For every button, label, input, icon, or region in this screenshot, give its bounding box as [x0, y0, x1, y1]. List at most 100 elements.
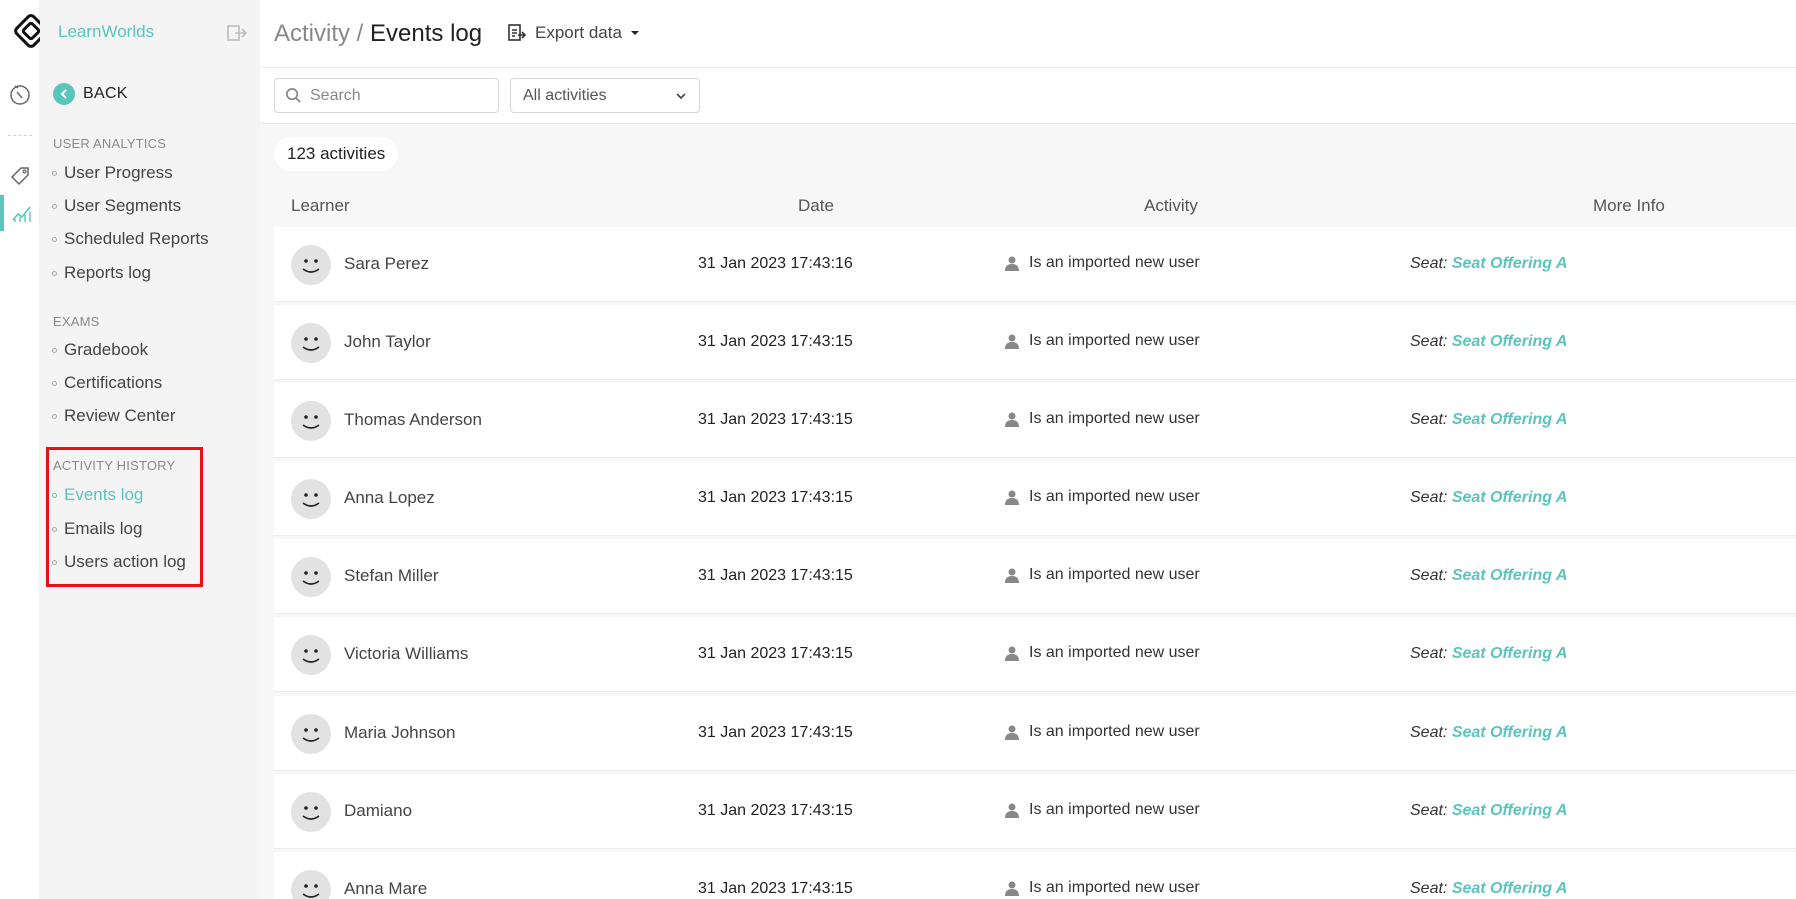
- search-box: [274, 78, 499, 113]
- avatar[interactable]: [291, 870, 331, 899]
- learner-name[interactable]: Anna Mare: [344, 879, 427, 899]
- activity-text: Is an imported new user: [1029, 644, 1200, 661]
- activity-filter-select[interactable]: All activities: [510, 78, 700, 113]
- seat-offering-link[interactable]: Seat Offering A: [1452, 255, 1568, 272]
- chevron-left-icon: [53, 83, 75, 105]
- column-header-date[interactable]: Date: [798, 196, 834, 216]
- learner-name[interactable]: John Taylor: [344, 332, 431, 352]
- learner-name[interactable]: Anna Lopez: [344, 488, 435, 508]
- sidebar-item-label: Events log: [64, 485, 144, 504]
- activity-text: Is an imported new user: [1029, 879, 1200, 896]
- section-title-exams: EXAMS: [53, 314, 100, 329]
- exit-icon[interactable]: [226, 22, 248, 44]
- sidebar-item-user-progress[interactable]: User Progress: [52, 163, 173, 183]
- sidebar-item-reports-log[interactable]: Reports log: [52, 263, 151, 283]
- sidebar-item-events-log[interactable]: Events log: [52, 485, 143, 505]
- activity-cell: Is an imported new user: [1004, 879, 1200, 897]
- learner-name[interactable]: Thomas Anderson: [344, 410, 482, 430]
- table-row[interactable]: Sara Perez 31 Jan 2023 17:43:16 Is an impo…: [274, 227, 1796, 302]
- analytics-chart-icon[interactable]: [0, 195, 40, 231]
- section-title-user-analytics: USER ANALYTICS: [53, 136, 167, 151]
- table-row[interactable]: Anna Mare 31 Jan 2023 17:43:15 Is an impor…: [274, 852, 1796, 899]
- column-header-activity[interactable]: Activity: [1144, 196, 1198, 216]
- event-date: 31 Jan 2023 17:43:15: [698, 724, 853, 741]
- seat-offering-link[interactable]: Seat Offering A: [1452, 880, 1568, 897]
- table-row[interactable]: Anna Lopez 31 Jan 2023 17:43:15 Is an impo…: [274, 461, 1796, 536]
- learner-name[interactable]: Damiano: [344, 801, 412, 821]
- search-icon: [286, 88, 301, 103]
- event-date: 31 Jan 2023 17:43:15: [698, 411, 853, 428]
- avatar[interactable]: [291, 557, 331, 597]
- activity-cell: Is an imported new user: [1004, 488, 1200, 506]
- event-date: 31 Jan 2023 17:43:15: [698, 567, 853, 584]
- sidebar-item-review-center[interactable]: Review Center: [52, 406, 176, 426]
- activity-cell: Is an imported new user: [1004, 566, 1200, 584]
- avatar[interactable]: [291, 245, 331, 285]
- sidebar-item-label: Certifications: [64, 373, 163, 392]
- main-content: Activity / Events log Export data All ac…: [260, 0, 1796, 899]
- column-header-learner[interactable]: Learner: [291, 196, 350, 216]
- more-info-cell: Seat: Seat Offering A: [1410, 645, 1567, 663]
- table-row[interactable]: Stefan Miller 31 Jan 2023 17:43:15 Is an i…: [274, 539, 1796, 614]
- table-row[interactable]: John Taylor 31 Jan 2023 17:43:15 Is an imp…: [274, 305, 1796, 380]
- more-info-cell: Seat: Seat Offering A: [1410, 411, 1567, 429]
- seat-offering-link[interactable]: Seat Offering A: [1452, 724, 1568, 741]
- avatar[interactable]: [291, 635, 331, 675]
- learner-name[interactable]: Maria Johnson: [344, 723, 456, 743]
- table-row[interactable]: Maria Johnson 31 Jan 2023 17:43:15 Is an i…: [274, 696, 1796, 771]
- sidebar-item-users-action-log[interactable]: Users action log: [52, 552, 186, 572]
- brand-header: LearnWorlds: [40, 0, 260, 66]
- seat-offering-link[interactable]: Seat Offering A: [1452, 567, 1568, 584]
- seat-label: Seat:: [1410, 411, 1448, 428]
- table-row[interactable]: Victoria Williams 31 Jan 2023 17:43:15 Is …: [274, 617, 1796, 692]
- back-button[interactable]: BACK: [53, 83, 128, 105]
- breadcrumb-parent[interactable]: Activity: [274, 20, 350, 47]
- more-info-cell: Seat: Seat Offering A: [1410, 724, 1567, 742]
- sidebar-item-label: Users action log: [64, 552, 186, 571]
- seat-offering-link[interactable]: Seat Offering A: [1452, 333, 1568, 350]
- activity-text: Is an imported new user: [1029, 488, 1200, 505]
- seat-offering-link[interactable]: Seat Offering A: [1452, 489, 1568, 506]
- compass-icon[interactable]: [0, 76, 40, 112]
- avatar[interactable]: [291, 401, 331, 441]
- user-icon: [1005, 334, 1019, 349]
- sidebar-item-label: Reports log: [64, 263, 151, 282]
- seat-offering-link[interactable]: Seat Offering A: [1452, 802, 1568, 819]
- event-date: 31 Jan 2023 17:43:15: [698, 802, 853, 819]
- more-info-cell: Seat: Seat Offering A: [1410, 567, 1567, 585]
- seat-label: Seat:: [1410, 724, 1448, 741]
- activity-text: Is an imported new user: [1029, 332, 1200, 349]
- event-date: 31 Jan 2023 17:43:15: [698, 489, 853, 506]
- sidebar-item-label: Emails log: [64, 519, 143, 538]
- sidebar-item-gradebook[interactable]: Gradebook: [52, 340, 148, 360]
- sidebar-item-certifications[interactable]: Certifications: [52, 373, 162, 393]
- seat-label: Seat:: [1410, 802, 1448, 819]
- table-header: Learner Date Activity More Info: [260, 196, 1796, 224]
- column-header-more-info[interactable]: More Info: [1593, 196, 1665, 216]
- table-row[interactable]: Thomas Anderson 31 Jan 2023 17:43:15 Is an…: [274, 383, 1796, 458]
- learner-name[interactable]: Victoria Williams: [344, 644, 468, 664]
- activities-count-badge: 123 activities: [274, 137, 399, 171]
- export-data-button[interactable]: Export data: [507, 23, 640, 43]
- avatar[interactable]: [291, 323, 331, 363]
- learner-name[interactable]: Sara Perez: [344, 254, 429, 274]
- tag-icon[interactable]: [0, 157, 40, 193]
- activity-cell: Is an imported new user: [1004, 332, 1200, 350]
- sidebar-item-emails-log[interactable]: Emails log: [52, 519, 142, 539]
- avatar[interactable]: [291, 714, 331, 754]
- sidebar-item-scheduled-reports[interactable]: Scheduled Reports: [52, 229, 209, 249]
- section-title-activity-history: ACTIVITY HISTORY: [53, 458, 176, 473]
- user-icon: [1005, 412, 1019, 427]
- seat-offering-link[interactable]: Seat Offering A: [1452, 411, 1568, 428]
- sidebar-item-user-segments[interactable]: User Segments: [52, 196, 181, 216]
- avatar[interactable]: [291, 792, 331, 832]
- sidebar-item-label: User Segments: [64, 196, 182, 215]
- activity-cell: Is an imported new user: [1004, 410, 1200, 428]
- export-data-label: Export data: [535, 23, 622, 42]
- search-input[interactable]: [310, 86, 490, 105]
- learner-name[interactable]: Stefan Miller: [344, 566, 438, 586]
- table-row[interactable]: Damiano 31 Jan 2023 17:43:15 Is an importe…: [274, 774, 1796, 849]
- seat-offering-link[interactable]: Seat Offering A: [1452, 645, 1568, 662]
- more-info-cell: Seat: Seat Offering A: [1410, 255, 1567, 273]
- avatar[interactable]: [291, 479, 331, 519]
